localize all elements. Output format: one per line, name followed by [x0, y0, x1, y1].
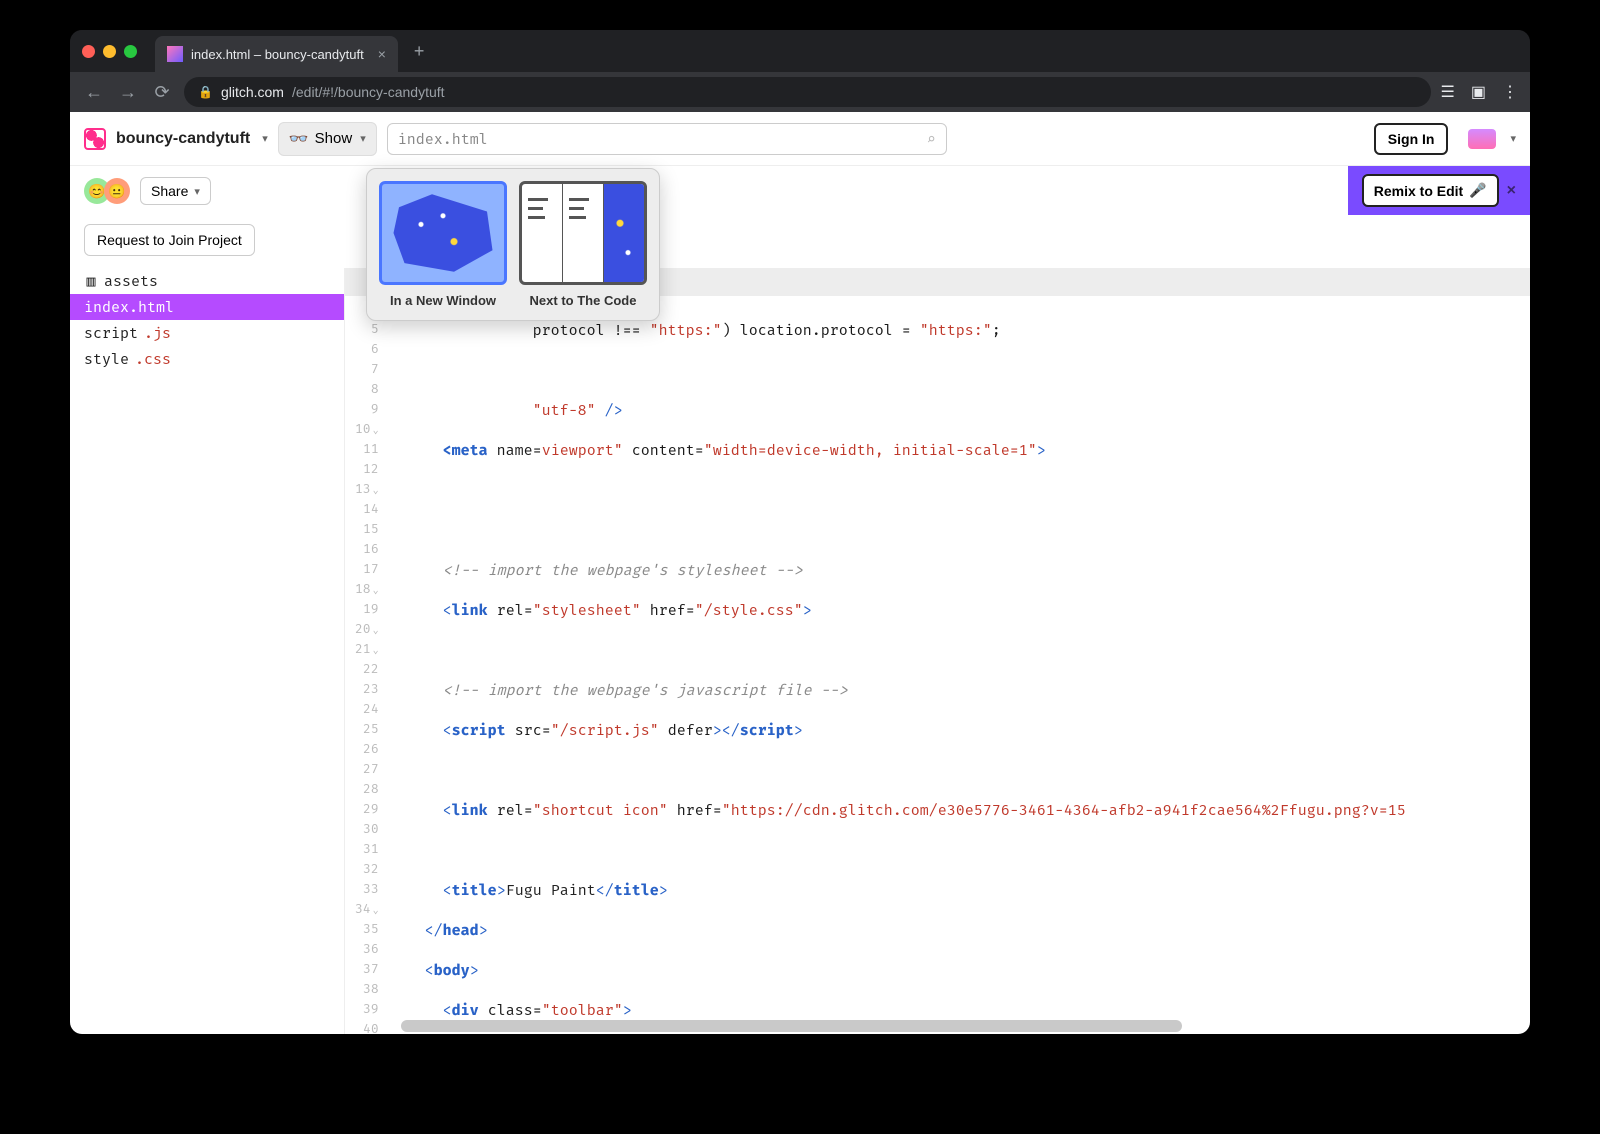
- horizontal-scrollbar[interactable]: [401, 1020, 1516, 1032]
- file-tree: ▥ assets index.html script .js style .css: [70, 268, 345, 1034]
- close-tab-icon[interactable]: ×: [378, 46, 386, 62]
- app-secondbar: 😊 😐 Share ▾ Remix to Edit 🎤 ×: [70, 166, 1530, 216]
- search-placeholder: index.html: [398, 130, 488, 148]
- remix-label: Remix to Edit: [1374, 183, 1463, 199]
- show-button[interactable]: 👓 Show ▾: [278, 122, 377, 156]
- assets-icon: ▥: [84, 272, 98, 290]
- code-editor[interactable]: 4567891011121314151617181920212223242526…: [345, 268, 1530, 1034]
- chevron-down-icon[interactable]: ▾: [1510, 132, 1516, 145]
- show-label: Show: [315, 130, 353, 147]
- glitch-logo-icon[interactable]: [84, 128, 106, 150]
- signin-button[interactable]: Sign In: [1374, 123, 1449, 155]
- file-style-css[interactable]: style .css: [70, 346, 344, 372]
- file-label: index.html: [84, 298, 174, 316]
- file-script-js[interactable]: script .js: [70, 320, 344, 346]
- show-new-window-option[interactable]: In a New Window: [379, 181, 507, 308]
- favicon-icon: [167, 46, 183, 62]
- back-button[interactable]: ←: [82, 82, 106, 103]
- request-join-button[interactable]: Request to Join Project: [84, 224, 255, 256]
- minimize-window-icon[interactable]: [103, 45, 116, 58]
- profile-icon[interactable]: ▣: [1471, 82, 1486, 102]
- option-label: Next to The Code: [530, 293, 637, 308]
- window-controls: [82, 45, 137, 58]
- file-search-input[interactable]: index.html ⌕: [387, 123, 947, 155]
- file-label: script: [84, 324, 138, 342]
- presence-indicator[interactable]: 😊 😐: [84, 178, 130, 204]
- search-icon: ⌕: [927, 130, 936, 148]
- tab-title: index.html – bouncy-candytuft: [191, 47, 364, 62]
- option-label: In a New Window: [390, 293, 496, 308]
- reader-icon[interactable]: ☰: [1441, 82, 1455, 102]
- new-tab-button[interactable]: +: [414, 41, 425, 62]
- show-next-to-code-option[interactable]: Next to The Code: [519, 181, 647, 308]
- chevron-down-icon: ▾: [194, 185, 200, 198]
- glitch-editor: bouncy-candytuft ▾ 👓 Show ▾ index.html ⌕…: [70, 112, 1530, 1034]
- url-host: glitch.com: [221, 84, 284, 100]
- chevron-down-icon: ▾: [360, 132, 366, 145]
- menu-icon[interactable]: ⋮: [1502, 82, 1518, 102]
- app-topbar: bouncy-candytuft ▾ 👓 Show ▾ index.html ⌕…: [70, 112, 1530, 166]
- presence-face-icon: 😐: [104, 178, 130, 204]
- file-ext: .js: [144, 324, 171, 342]
- file-label: style: [84, 350, 129, 368]
- browser-toolbar: ← → ⟳ 🔒 glitch.com/edit/#!/bouncy-candyt…: [70, 72, 1530, 112]
- show-menu-popup: In a New Window Next to The Code: [366, 168, 660, 321]
- project-name[interactable]: bouncy-candytuft: [116, 130, 250, 148]
- avatar[interactable]: [1468, 129, 1496, 149]
- share-button[interactable]: Share ▾: [140, 177, 211, 205]
- file-assets[interactable]: ▥ assets: [70, 268, 344, 294]
- remix-banner: Remix to Edit 🎤 ×: [1348, 166, 1530, 215]
- browser-titlebar: index.html – bouncy-candytuft × +: [70, 30, 1530, 72]
- microphone-icon: 🎤: [1469, 182, 1486, 199]
- reload-button[interactable]: ⟳: [150, 82, 174, 103]
- forward-button[interactable]: →: [116, 82, 140, 103]
- close-window-icon[interactable]: [82, 45, 95, 58]
- close-icon[interactable]: ×: [1507, 182, 1516, 200]
- file-index-html[interactable]: index.html: [70, 294, 344, 320]
- browser-tab[interactable]: index.html – bouncy-candytuft ×: [155, 36, 398, 72]
- line-gutter: 4567891011121314151617181920212223242526…: [345, 300, 389, 1034]
- code-content[interactable]: protocol !== "https:") location.protocol…: [389, 300, 1426, 1034]
- browser-window: index.html – bouncy-candytuft × + ← → ⟳ …: [70, 30, 1530, 1034]
- lock-icon: 🔒: [198, 85, 213, 99]
- file-ext: .css: [135, 350, 171, 368]
- maximize-window-icon[interactable]: [124, 45, 137, 58]
- remix-to-edit-button[interactable]: Remix to Edit 🎤: [1362, 174, 1499, 207]
- url-path: /edit/#!/bouncy-candytuft: [292, 84, 445, 100]
- thumbnail-icon: [519, 181, 647, 285]
- chevron-down-icon[interactable]: ▾: [262, 132, 268, 145]
- share-label: Share: [151, 183, 188, 199]
- sunglasses-icon: 👓: [289, 129, 309, 149]
- address-bar[interactable]: 🔒 glitch.com/edit/#!/bouncy-candytuft: [184, 77, 1431, 107]
- file-label: assets: [104, 272, 158, 290]
- thumbnail-icon: [379, 181, 507, 285]
